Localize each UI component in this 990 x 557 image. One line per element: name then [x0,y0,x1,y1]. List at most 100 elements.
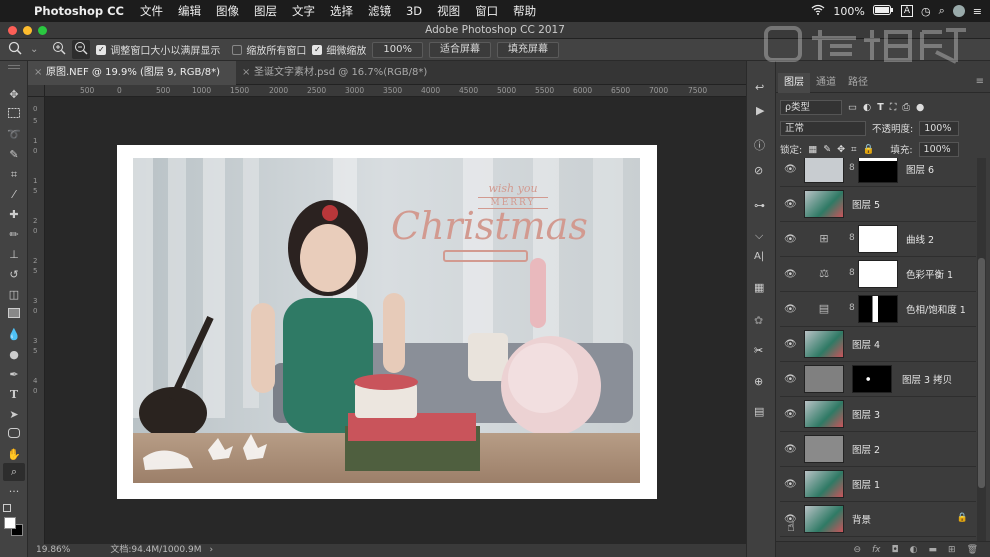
close-tab-icon[interactable]: × [242,61,250,85]
zoom-all-windows-checkbox[interactable]: 缩放所有窗口 [232,42,306,57]
menu-3d[interactable]: 3D [406,4,422,18]
panel-menu-icon[interactable]: ≡ [976,76,984,87]
document-size[interactable]: 文档:94.4M/1000.9M [110,544,201,557]
input-method-icon[interactable]: A [900,5,913,17]
eyedropper-tool-icon[interactable]: ⁄ [3,186,25,204]
lock-transparent-icon[interactable]: ▦ [808,144,817,155]
default-colors-icon[interactable] [3,504,11,512]
tab-original-nef[interactable]: × 原图.NEF @ 19.9% (图层 9, RGB/8*) * [28,61,236,102]
history-panel-icon[interactable]: ↩ [755,81,764,94]
filter-pixel-icon[interactable]: ▭ [848,102,857,113]
menu-view[interactable]: 视图 [437,3,460,19]
more-tools-icon[interactable]: ··· [3,483,25,501]
lock-artboard-icon[interactable]: ⌗ [851,144,856,155]
lasso-tool-icon[interactable]: ➰ [3,126,25,144]
layer-row[interactable]: 👁 图层 4 [780,327,976,362]
tool-presets-icon[interactable]: ✂ [754,344,763,357]
new-layer-icon[interactable]: ⊞ [948,542,956,557]
tab-channels[interactable]: 通道 [810,73,842,93]
visibility-eye-icon[interactable]: 👁 [784,164,797,175]
layers-scrollbar[interactable] [977,158,986,550]
brush-tool-icon[interactable]: ✏ [3,226,25,244]
lock-all-icon[interactable]: 🔒 [862,144,874,155]
fill-input[interactable]: 100% [918,141,959,157]
layer-style-icon[interactable]: fx [872,542,881,557]
pen-tool-icon[interactable]: ✒ [3,366,25,384]
layer-row[interactable]: 👁 ▤ 8 色相/饱和度 1 [780,292,976,327]
zoom-tool-icon[interactable] [8,41,24,58]
visibility-eye-icon[interactable]: 👁 [784,374,797,385]
scrollbar-thumb[interactable] [978,258,985,488]
add-mask-icon[interactable]: ◘ [892,542,899,557]
timemachine-icon[interactable]: ◷ [921,5,931,18]
menu-help[interactable]: 帮助 [513,3,536,19]
wifi-icon[interactable] [811,4,825,18]
type-tool-icon[interactable]: T [3,386,25,404]
visibility-eye-icon[interactable]: 👁 [784,304,797,315]
layer-row[interactable]: 👁 8 图层 6 [780,158,976,187]
filter-type-icon[interactable]: T [877,102,883,113]
mask-link-icon[interactable]: 8 [849,233,855,243]
filter-adjustment-icon[interactable]: ◐ [863,102,871,113]
mask-link-icon[interactable]: 8 [849,163,855,173]
path-selection-tool-icon[interactable]: ➤ [3,406,25,424]
actions-panel-icon[interactable]: ▶ [756,104,764,117]
swatches-panel-icon[interactable]: ▦ [754,281,764,294]
zoom-level[interactable]: 19.86% [36,544,70,557]
blur-tool-icon[interactable]: 💧 [3,326,25,344]
notification-list-icon[interactable]: ≡ [973,5,982,18]
visibility-eye-icon[interactable]: 👁 [784,444,797,455]
visibility-eye-icon[interactable]: 👁 [784,409,797,420]
mask-link-icon[interactable]: 8 [849,268,855,278]
document-canvas[interactable]: wish you MERRY Christmas [45,97,746,544]
scrubby-zoom-checkbox[interactable]: ✓ 细微缩放 [312,42,366,57]
delete-layer-icon[interactable]: 🗑 [967,542,978,557]
zoom-in-icon[interactable] [52,41,66,58]
zoom-tool-icon[interactable]: ⌕ [3,463,25,481]
menu-select[interactable]: 选择 [330,3,353,19]
styles-panel-icon[interactable]: ✿ [754,314,763,327]
layer-mask-thumbnail[interactable] [858,225,898,253]
visibility-eye-icon[interactable]: 👁 [784,199,797,210]
new-group-icon[interactable]: ▬ [929,542,938,557]
filter-kind-dropdown[interactable]: ρ类型 [780,99,842,115]
character-panel-icon[interactable]: A| [754,251,764,262]
menu-filter[interactable]: 滤镜 [368,3,391,19]
blend-mode-dropdown[interactable]: 正常 [780,120,866,136]
layer-row[interactable]: 👁 图层 3 拷贝 [780,362,976,397]
spotlight-search-icon[interactable]: ⌕ [939,4,945,18]
layer-mask-thumbnail[interactable] [858,260,898,288]
gradient-tool-icon[interactable] [3,306,25,324]
hand-tool-icon[interactable]: ✋ [3,446,25,464]
vertical-ruler[interactable]: 0 5 1 0 1 5 2 0 2 5 3 0 3 5 4 0 [28,97,45,544]
filter-toggle-icon[interactable]: ● [916,102,924,113]
layer-row[interactable]: 👁 图层 3 [780,397,976,432]
layer-row[interactable]: 👁 图层 5 [780,187,976,222]
healing-brush-tool-icon[interactable]: ✚ [3,206,25,224]
layer-mask-thumbnail[interactable] [858,295,898,323]
layer-row[interactable]: 👁 ⊞ 8 曲线 2 [780,222,976,257]
eraser-tool-icon[interactable]: ◫ [3,286,25,304]
new-adjustment-layer-icon[interactable]: ◐ [910,542,918,557]
horizontal-ruler[interactable]: 500 0 500 1000 1500 2000 2500 3000 3500 … [45,85,746,97]
lock-position-icon[interactable]: ✥ [837,144,845,155]
mask-link-icon[interactable]: 8 [849,303,855,313]
zoom-out-icon[interactable] [72,40,91,59]
crop-tool-icon[interactable]: ⌗ [3,166,25,184]
fill-screen-button[interactable]: 填充屏幕 [496,41,559,58]
menu-image[interactable]: 图像 [216,3,239,19]
shape-tool-icon[interactable] [3,426,25,444]
app-name[interactable]: Photoshop CC [34,4,124,18]
paths-panel-icon[interactable]: ▤ [754,405,764,418]
layer-mask-thumbnail[interactable] [858,158,898,183]
info-panel-icon[interactable]: ⓘ [754,137,765,153]
clone-stamp-tool-icon[interactable]: ⊥ [3,246,25,264]
layer-row[interactable]: 👁 ⚖ 8 色彩平衡 1 [780,257,976,292]
layer-row[interactable]: 👁 图层 1 [780,467,976,502]
filter-shape-icon[interactable]: ⛶ [890,102,897,113]
lock-icon[interactable]: 🔒 [957,513,968,523]
tab-paths[interactable]: 路径 [842,73,874,93]
visibility-eye-icon[interactable]: 👁 [784,339,797,350]
menu-type[interactable]: 文字 [292,3,315,19]
brush-panel-icon[interactable]: ⌵ [755,229,763,243]
